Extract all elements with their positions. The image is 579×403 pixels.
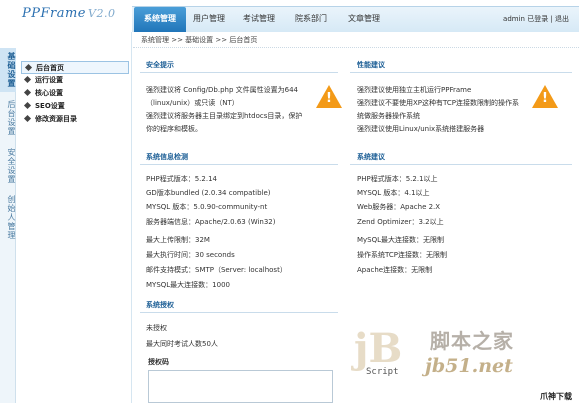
license-code-label: 授权码 bbox=[148, 358, 169, 366]
breadcrumb: 系统管理 >> 基础设置 >> 后台首页 bbox=[133, 32, 579, 48]
vtab-security-settings[interactable]: 安全设置 bbox=[0, 144, 16, 188]
warning-icon bbox=[316, 85, 342, 108]
sysinfo-line: 最大上传限制：32M bbox=[146, 236, 210, 244]
header: PPFrame V2.0 系统管理 用户管理 考试管理 院系部门 文章管理 adm… bbox=[0, 0, 579, 33]
tab-exams[interactable]: 考试管理 bbox=[234, 7, 284, 33]
bullet-icon bbox=[23, 88, 32, 97]
user-status[interactable]: admin 已登录 | 退出 bbox=[503, 7, 569, 33]
tab-articles[interactable]: 文章管理 bbox=[338, 7, 390, 33]
left-tab-column: 基础设置 后台设置 安全设置 创始人管理 bbox=[0, 48, 16, 403]
license-code-input[interactable] bbox=[148, 370, 333, 403]
security-line: （linux/unix）或只读（NT） bbox=[146, 99, 239, 107]
security-line: 你的程序和模板。 bbox=[146, 125, 202, 133]
menu-item-label: 修改资源目录 bbox=[35, 115, 77, 123]
sysadvice-line: Web服务器：Apache 2.X bbox=[357, 203, 441, 211]
sysinfo-line: 最大执行时间：30 seconds bbox=[146, 251, 235, 259]
license-panel-title: 系统授权 bbox=[146, 301, 174, 309]
bullet-icon bbox=[24, 63, 33, 72]
logo-version: V2.0 bbox=[88, 7, 116, 20]
vtab-basic-settings[interactable]: 基础设置 bbox=[0, 48, 16, 92]
sidebar-menu: 后台首页 运行设置 核心设置 SEO设置 修改资源目录 bbox=[17, 32, 132, 403]
performance-line: 强烈建议不要使用XP这种有TCP连接数限制的操作系 bbox=[357, 99, 519, 107]
divider bbox=[350, 72, 572, 73]
watermark-url: jb51.net bbox=[425, 355, 513, 377]
vtab-founder-management[interactable]: 创始人管理 bbox=[0, 192, 16, 242]
logo-text: PPFrame bbox=[22, 6, 86, 21]
sysinfo-line: MYSQL最大连接数：1000 bbox=[146, 281, 230, 289]
bullet-icon bbox=[23, 101, 32, 110]
sysinfo-line: 服务器端信息：Apache/2.0.63 (Win32) bbox=[146, 218, 276, 226]
sysadvice-panel-title: 系统建议 bbox=[357, 153, 385, 161]
divider bbox=[140, 164, 338, 165]
security-line: 强烈建议将服务器主目录绑定到htdocs目录，保护 bbox=[146, 112, 303, 120]
performance-panel-title: 性能建议 bbox=[357, 61, 385, 69]
menu-item-home[interactable]: 后台首页 bbox=[21, 61, 129, 74]
menu-item-run-settings[interactable]: 运行设置 bbox=[21, 74, 129, 87]
performance-line: 强烈建议使用Linux/unix系统搭建服务器 bbox=[357, 125, 485, 133]
divider bbox=[140, 312, 338, 313]
license-line: 最大同时考试人数50人 bbox=[146, 340, 218, 348]
menu-item-label: SEO设置 bbox=[35, 102, 65, 110]
divider bbox=[350, 164, 572, 165]
security-line: 强烈建议将 Config/Db.php 文件属性设置为644 bbox=[146, 86, 299, 94]
top-nav: 系统管理 用户管理 考试管理 院系部门 文章管理 admin 已登录 | 退出 bbox=[132, 6, 579, 33]
watermark-logo: jB bbox=[354, 325, 403, 372]
menu-item-label: 核心设置 bbox=[35, 89, 63, 97]
performance-line: 统做服务器操作系统 bbox=[357, 112, 420, 120]
watermark-site-name: 脚本之家 bbox=[430, 329, 514, 353]
menu-item-core-settings[interactable]: 核心设置 bbox=[21, 87, 129, 100]
sysinfo-panel-title: 系统信息检测 bbox=[146, 153, 188, 161]
sysadvice-line: MYSQL 版本：4.1以上 bbox=[357, 189, 430, 197]
menu-item-resource-dir[interactable]: 修改资源目录 bbox=[21, 113, 129, 126]
menu-item-label: 运行设置 bbox=[35, 76, 63, 84]
sysadvice-line: Zend Optimizer：3.2以上 bbox=[357, 218, 444, 226]
sysadvice-line: MySQL最大连接数：无限制 bbox=[357, 236, 445, 244]
tab-users[interactable]: 用户管理 bbox=[186, 7, 232, 33]
warning-icon bbox=[532, 85, 558, 108]
license-line: 未授权 bbox=[146, 324, 167, 332]
sysadvice-line: 操作系统TCP连接数：无限制 bbox=[357, 251, 447, 259]
menu-item-seo-settings[interactable]: SEO设置 bbox=[21, 100, 129, 113]
sysinfo-line: PHP程式版本：5.2.14 bbox=[146, 175, 217, 183]
sysinfo-line: GD版本bundled (2.0.34 compatible) bbox=[146, 189, 271, 197]
watermark-script: Script bbox=[366, 367, 399, 377]
security-panel-title: 安全提示 bbox=[146, 61, 174, 69]
vtab-backend-settings[interactable]: 后台设置 bbox=[0, 96, 16, 140]
sysadvice-line: PHP程式版本：5.2.1以上 bbox=[357, 175, 438, 183]
app-logo: PPFrame V2.0 bbox=[22, 6, 115, 21]
bullet-icon bbox=[23, 114, 32, 123]
divider bbox=[140, 72, 338, 73]
tab-departments[interactable]: 院系部门 bbox=[286, 7, 336, 33]
sysadvice-line: Apache连接数：无限制 bbox=[357, 266, 433, 274]
menu-item-label: 后台首页 bbox=[36, 64, 64, 72]
watermark-corner: 爪神下载网 bbox=[540, 392, 572, 401]
tab-system[interactable]: 系统管理 bbox=[134, 7, 186, 33]
sysinfo-line: 邮件支持模式：SMTP（Server: localhost） bbox=[146, 266, 287, 274]
sysinfo-line: MYSQL 版本：5.0.90-community-nt bbox=[146, 203, 268, 211]
bullet-icon bbox=[23, 75, 32, 84]
performance-line: 强烈建议使用独立主机运行PPFrame bbox=[357, 86, 472, 94]
